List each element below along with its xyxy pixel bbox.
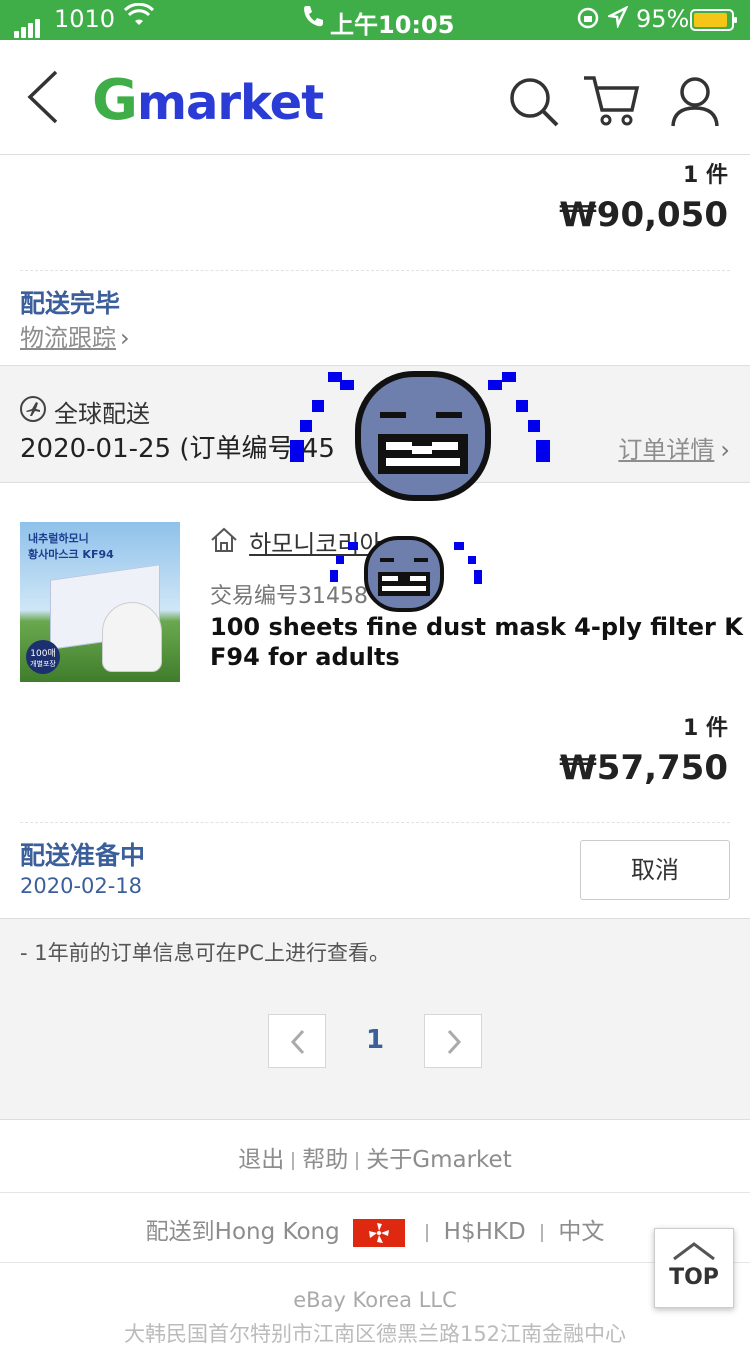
prev-order-status: 配送完毕: [20, 289, 121, 318]
footer-settings: 配送到Hong Kong H$HKD 中文: [0, 1212, 750, 1247]
item-qty: 1 件: [683, 716, 728, 741]
header: Gmarket: [0, 40, 750, 155]
location-icon: [605, 5, 629, 34]
plane-icon: [20, 396, 46, 426]
company-name: eBay Korea LLC: [293, 1288, 457, 1312]
divider: [20, 270, 730, 271]
current-page[interactable]: 1: [366, 1025, 384, 1055]
home-icon: [210, 527, 238, 557]
chevron-right-icon: ›: [120, 324, 130, 352]
notice-area: - 1年前的订单信息可在PC上进行查看。 1: [0, 918, 750, 1120]
item-price: ₩57,750: [559, 748, 728, 788]
hong-kong-flag-icon: [353, 1218, 406, 1247]
image-text: 황사마스크 KF94: [28, 548, 114, 561]
footer-links: 退出 帮助 关于Gmarket: [0, 1140, 750, 1174]
item-status-date: 2020-02-18: [20, 874, 143, 898]
shipping-type: 全球配送: [54, 400, 150, 428]
order-details-link[interactable]: 订单详情 ›: [618, 430, 730, 465]
ship-to-link[interactable]: 配送到Hong Kong: [146, 1219, 340, 1245]
divider: [0, 1192, 750, 1193]
search-icon[interactable]: [508, 76, 560, 132]
prev-page-button[interactable]: [268, 1014, 326, 1068]
chevron-up-icon: [673, 1242, 715, 1261]
carrier-label: 1010: [54, 5, 116, 33]
badge-text: 개별포장: [30, 660, 56, 668]
top-label: TOP: [669, 1265, 719, 1290]
quantity-badge: 100매 개별포장: [26, 640, 60, 674]
back-icon[interactable]: [26, 70, 60, 128]
prev-order-qty: 1 件: [683, 163, 728, 188]
logo-text: market: [136, 75, 324, 131]
order-details-label: 订单详情: [618, 436, 715, 464]
cart-icon[interactable]: [582, 74, 640, 134]
separator: [292, 1151, 295, 1170]
crying-face-sticker: [330, 536, 482, 612]
notice-text: - 1年前的订单信息可在PC上进行查看。: [20, 941, 390, 965]
item-status: 配送准备中: [20, 841, 146, 870]
back-to-top-button[interactable]: TOP: [654, 1228, 734, 1308]
about-link[interactable]: 关于Gmarket: [366, 1147, 511, 1173]
product-image[interactable]: 내추럴하모니 황사마스크 KF94 100매 개별포장: [20, 522, 180, 682]
status-bar: 1010 上午10:05 95%: [0, 0, 750, 40]
mask-shape: [102, 602, 162, 672]
divider: [20, 822, 730, 823]
company-address: 大韩民国首尔特别市江南区德黑兰路152江南金融中心: [123, 1322, 627, 1346]
cancel-button[interactable]: 取消: [580, 840, 730, 900]
product-title-line: F94 for adults: [210, 643, 400, 671]
chevron-right-icon: ›: [720, 436, 730, 464]
separator: [541, 1223, 543, 1242]
separator: [426, 1223, 429, 1242]
logo-g: G: [92, 68, 138, 133]
logout-link[interactable]: 退出: [238, 1147, 284, 1173]
rotation-lock-icon: [576, 6, 600, 36]
badge-text: 100매: [30, 649, 56, 659]
gmarket-logo[interactable]: Gmarket: [92, 68, 324, 133]
image-text: 내추럴하모니: [28, 532, 89, 545]
signal-icon: [14, 10, 42, 38]
help-link[interactable]: 帮助: [302, 1147, 348, 1173]
language-link[interactable]: 中文: [558, 1219, 604, 1245]
tracking-link[interactable]: 物流跟踪 ›: [20, 318, 130, 353]
crying-face-sticker: [290, 371, 550, 501]
product-title-line: 100 sheets fine dust mask 4-ply filter K: [210, 613, 743, 641]
clock: 上午10:05: [330, 11, 455, 39]
separator: [356, 1151, 359, 1170]
product-title[interactable]: 100 sheets fine dust mask 4-ply filter K…: [210, 612, 743, 672]
battery-icon: [690, 9, 737, 31]
battery-percent: 95%: [636, 5, 690, 33]
wifi-icon: [123, 2, 155, 35]
prev-order-price: ₩90,050: [559, 195, 728, 235]
currency-link[interactable]: H$HKD: [444, 1219, 526, 1245]
user-icon[interactable]: [670, 76, 720, 132]
next-page-button[interactable]: [424, 1014, 482, 1068]
divider: [0, 1262, 750, 1263]
phone-icon: [302, 4, 324, 34]
tracking-label: 物流跟踪: [20, 324, 116, 352]
